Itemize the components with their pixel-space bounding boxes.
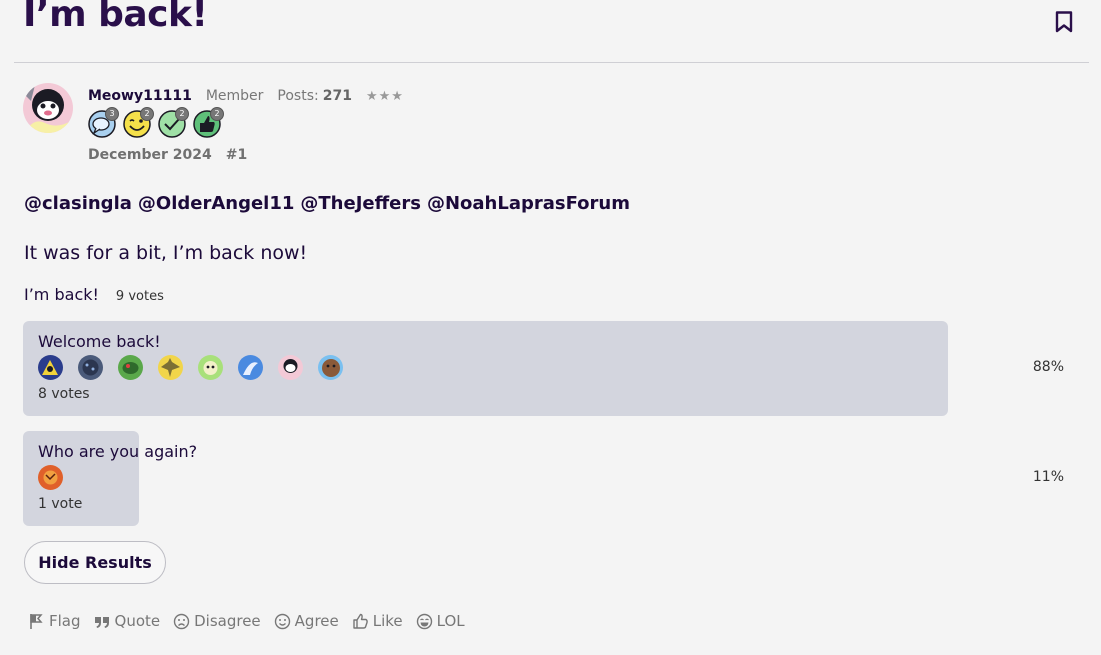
post-body: It was for a bit, I’m back now! [24,242,308,264]
disagree-reaction[interactable]: Disagree [173,612,261,630]
post-date[interactable]: December 2024 [88,147,212,163]
flag-icon [30,613,43,629]
poll-option-votes: 1 vote [38,496,83,512]
reaction-label: LOL [436,612,465,630]
badge-count: 2 [140,107,154,121]
smile-face-icon [274,613,290,629]
winking-face-icon[interactable]: 2 [123,107,154,138]
thumbs-up-icon[interactable]: 2 [193,107,224,138]
badge-count: 2 [175,107,189,121]
poll-option[interactable]: Who are you again? 1 vote 11% [23,431,1074,526]
poll-option-label: Welcome back! [38,332,161,351]
mention-link[interactable]: @OlderAngel11 [138,193,295,214]
thumbs-up-icon [353,613,368,629]
page-title: I’m back! [23,0,208,35]
author-role: Member [205,88,264,104]
poll-total-votes: 9 votes [115,289,164,304]
poll-option-percent: 11% [1032,469,1064,485]
checkmark-icon[interactable]: 2 [158,107,189,138]
mention-link[interactable]: @TheJeffers [300,193,421,214]
mention-link[interactable]: @NoahLaprasForum [427,193,630,214]
post-meta: December 2024 #1 [88,147,247,163]
post-mentions: @clasingla @OlderAngel11 @TheJeffers @No… [24,193,630,214]
voter-avatar[interactable] [118,355,143,380]
voter-avatar[interactable] [238,355,263,380]
rank-stars: ★★★ [365,89,404,104]
posts-label: Posts: [277,88,319,104]
author-badges: 3 2 2 2 [88,107,224,138]
mention-link[interactable]: @clasingla [24,193,132,214]
poll-header: I’m back! 9 votes [24,285,164,304]
post-number[interactable]: #1 [226,147,247,163]
voter-avatar[interactable] [318,355,343,380]
voter-avatar[interactable] [158,355,183,380]
poll-option-label: Who are you again? [38,442,198,461]
reaction-label: Like [372,612,403,630]
posts-count: 271 [322,88,352,104]
poll-option[interactable]: Welcome back! 8 votes 88% [23,321,1074,416]
voter-avatar[interactable] [278,355,303,380]
bookmark-icon[interactable] [1055,11,1073,33]
voter-list [38,355,343,380]
voter-avatar[interactable] [38,355,63,380]
speech-bubble-icon[interactable]: 3 [88,107,119,138]
voter-avatar[interactable] [38,465,63,490]
badge-count: 2 [210,107,224,121]
frown-face-icon [173,613,190,629]
poll-option-votes: 8 votes [38,386,90,402]
voter-avatar[interactable] [78,355,103,380]
poll-option-percent: 88% [1032,359,1064,375]
badge-count: 3 [105,107,119,121]
author-line: Meowy11111 Member Posts: 271 ★★★ [88,88,404,104]
reaction-label: Quote [114,612,161,630]
author-avatar[interactable] [23,83,73,133]
post-reactions: Flag Quote Disagree Agree Like LOL [28,612,465,630]
reaction-label: Flag [49,612,81,630]
voter-avatar[interactable] [198,355,223,380]
reaction-label: Disagree [194,612,261,630]
quote-reaction[interactable]: Quote [94,612,161,630]
laughing-face-icon [416,613,432,629]
reaction-label: Agree [294,612,339,630]
lol-reaction[interactable]: LOL [416,612,465,630]
poll-title: I’m back! [24,285,99,304]
voter-list [38,465,63,490]
agree-reaction[interactable]: Agree [274,612,339,630]
author-username[interactable]: Meowy11111 [88,88,192,104]
flag-reaction[interactable]: Flag [28,612,81,630]
hide-results-button[interactable]: Hide Results [24,541,166,584]
like-reaction[interactable]: Like [352,612,403,630]
quote-icon [94,616,109,628]
header-divider [14,62,1089,63]
